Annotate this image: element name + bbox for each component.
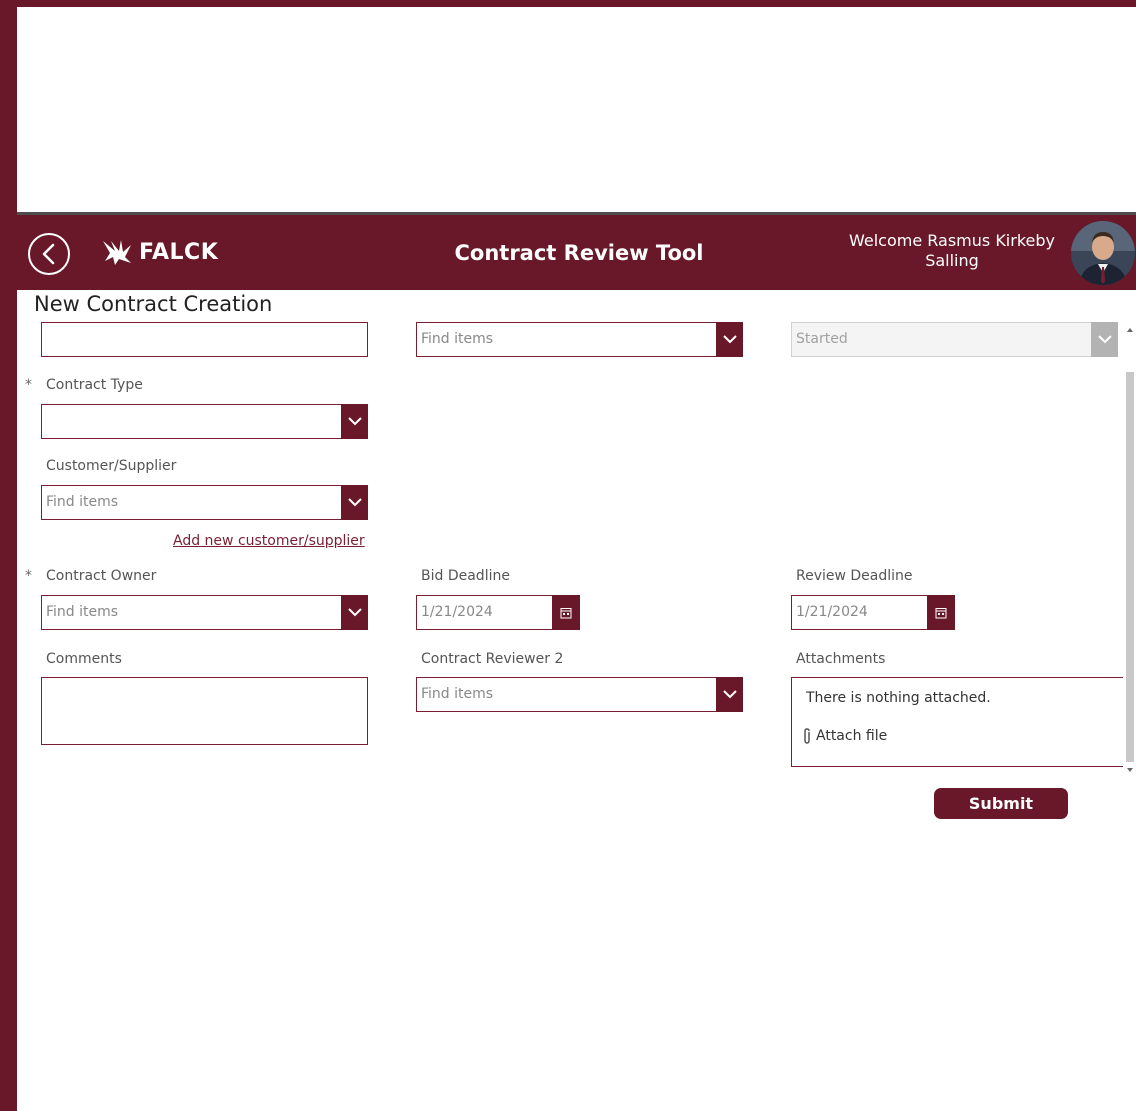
scroll-up-icon[interactable] — [1126, 326, 1134, 334]
calendar-icon — [935, 607, 947, 618]
add-customer-supplier-link[interactable]: Add new customer/supplier — [173, 533, 365, 549]
comments-textarea[interactable] — [41, 677, 368, 745]
contract-name-input[interactable] — [41, 322, 368, 357]
contract-reviewer-2-dropdown-button[interactable] — [716, 677, 743, 712]
chevron-down-icon — [347, 608, 362, 617]
customer-supplier-label: Customer/Supplier — [46, 458, 177, 474]
status-dropdown: Started — [791, 322, 1118, 357]
review-deadline-value: 1/21/2024 — [796, 604, 868, 620]
scrollbar-thumb[interactable] — [1126, 372, 1134, 762]
falck-logo-icon — [103, 240, 131, 265]
comments-label: Comments — [46, 651, 122, 667]
contract-owner-label: Contract Owner — [46, 568, 157, 584]
attachments-empty-text: There is nothing attached. — [806, 690, 991, 706]
calendar-icon — [560, 607, 572, 618]
app-canvas: FALCK Contract Review Tool Welcome Rasmu… — [17, 7, 1136, 1111]
top-lookup-placeholder: Find items — [421, 331, 494, 347]
contract-reviewer-2-combobox[interactable]: Find items — [416, 677, 743, 712]
scroll-down-icon[interactable] — [1126, 766, 1134, 774]
customer-supplier-placeholder: Find items — [46, 494, 119, 510]
chevron-down-icon — [722, 690, 737, 699]
welcome-message: Welcome Rasmus Kirkeby Salling — [848, 231, 1055, 270]
customer-supplier-combobox[interactable]: Find items — [41, 485, 368, 520]
back-button[interactable] — [28, 233, 70, 275]
chevron-down-icon — [347, 417, 362, 426]
contract-owner-placeholder: Find items — [46, 604, 119, 620]
review-deadline-datepicker[interactable]: 1/21/2024 — [791, 595, 955, 630]
chevron-down-icon — [1097, 335, 1112, 344]
contract-type-dropdown-button[interactable] — [341, 404, 368, 439]
required-marker: * — [25, 377, 32, 393]
contract-owner-combobox[interactable]: Find items — [41, 595, 368, 630]
top-lookup-dropdown-button[interactable] — [716, 322, 743, 357]
bid-deadline-datepicker[interactable]: 1/21/2024 — [416, 595, 580, 630]
page-title: New Contract Creation — [34, 292, 273, 316]
attach-file-button[interactable]: Attach file — [802, 728, 887, 744]
customer-supplier-dropdown-button[interactable] — [341, 485, 368, 520]
required-marker: * — [25, 568, 32, 584]
form-scrollbar[interactable] — [1123, 322, 1136, 772]
contract-type-dropdown[interactable] — [41, 404, 368, 439]
falck-logo: FALCK — [101, 237, 218, 267]
chevron-down-icon — [722, 335, 737, 344]
review-deadline-calendar-button[interactable] — [927, 595, 955, 630]
back-arrow-icon — [42, 243, 55, 265]
contract-reviewer-2-label: Contract Reviewer 2 — [421, 651, 564, 667]
app-title: Contract Review Tool — [454, 240, 704, 265]
logo-text: FALCK — [139, 239, 219, 265]
app-header: FALCK Contract Review Tool Welcome Rasmu… — [17, 212, 1136, 290]
paperclip-icon — [804, 728, 810, 744]
submit-button[interactable]: Submit — [934, 788, 1068, 819]
bid-deadline-value: 1/21/2024 — [421, 604, 493, 620]
contract-reviewer-2-placeholder: Find items — [421, 686, 494, 702]
status-dropdown-button — [1091, 322, 1118, 357]
contract-type-label: Contract Type — [46, 377, 143, 393]
bid-deadline-label: Bid Deadline — [421, 568, 510, 584]
top-lookup-combobox[interactable]: Find items — [416, 322, 743, 357]
review-deadline-label: Review Deadline — [796, 568, 913, 584]
attachments-box: There is nothing attached. Attach file — [791, 677, 1126, 767]
user-avatar[interactable] — [1071, 221, 1135, 285]
chevron-down-icon — [347, 498, 362, 507]
attachments-label: Attachments — [796, 651, 886, 667]
contract-owner-dropdown-button[interactable] — [341, 595, 368, 630]
attach-file-label: Attach file — [816, 728, 888, 744]
status-value: Started — [796, 331, 848, 347]
user-photo — [1071, 221, 1135, 285]
bid-deadline-calendar-button[interactable] — [552, 595, 580, 630]
